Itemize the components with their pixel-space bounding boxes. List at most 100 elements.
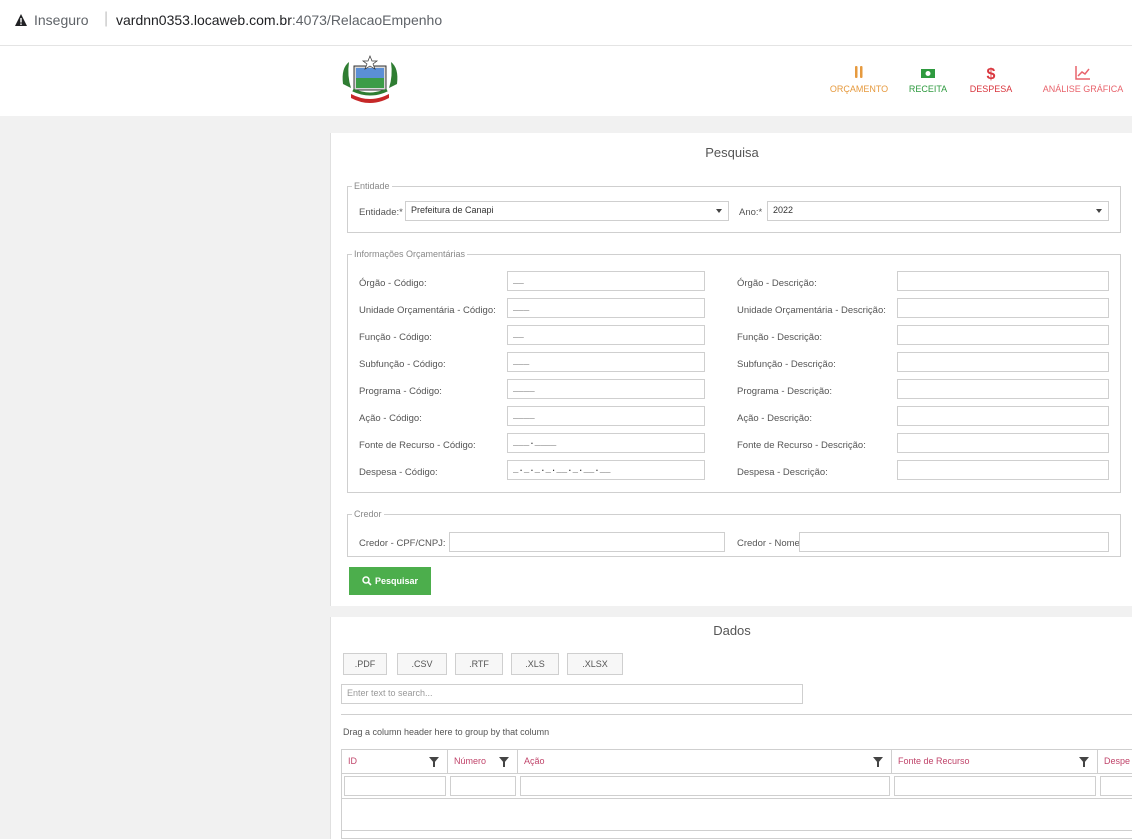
acao-descricao-input[interactable] (897, 406, 1109, 426)
warning-icon (15, 14, 27, 26)
funcao-descricao-input[interactable] (897, 325, 1109, 345)
subfuncao-descricao-input[interactable] (897, 352, 1109, 372)
export-xlsx-button[interactable]: .XLSX (567, 653, 623, 675)
programa-descricao-label: Programa - Descrição: (737, 386, 833, 397)
budget-icon (855, 66, 863, 78)
entidade-legend: Entidade (354, 181, 390, 191)
orgao-descricao-input[interactable] (897, 271, 1109, 291)
credor-cpf-input[interactable] (449, 532, 725, 552)
nav-orcamento-label: ORÇAMENTO (829, 84, 889, 94)
unidade-codigo-input[interactable]: ___ (507, 298, 705, 318)
despesa-descricao-label: Despesa - Descrição: (737, 467, 828, 478)
export-csv-button[interactable]: .CSV (397, 653, 447, 675)
nav-analise-grafica[interactable]: ANÁLISE GRÁFICA (1036, 64, 1130, 94)
funcao-codigo-input[interactable]: __ (507, 325, 705, 345)
programa-codigo-label: Programa - Código: (359, 386, 442, 397)
search-panel-title: Pesquisa (705, 145, 759, 160)
acao-codigo-input[interactable]: ____ (507, 406, 705, 426)
credor-nome-label: Credor - Nome: (737, 538, 803, 549)
info-orcamentarias-legend: Informações Orçamentárias (354, 249, 466, 259)
despesa-codigo-input[interactable]: _._._._.__._.__.__ (507, 460, 705, 480)
column-header-label: ID (348, 756, 357, 766)
fonte-recurso-codigo-input[interactable]: ___.____ (507, 433, 705, 453)
column-header-acao[interactable]: Ação (518, 750, 892, 774)
fonte-recurso-descricao-label: Fonte de Recurso - Descrição: (737, 440, 866, 451)
group-hint: Drag a column header here to group by th… (343, 727, 550, 737)
data-panel: Dados .PDF .CSV .RTF .XLS .XLSX Enter te… (330, 617, 1132, 839)
nav-orcamento[interactable]: ORÇAMENTO (818, 64, 900, 94)
chart-icon (1075, 66, 1090, 80)
nav-despesa[interactable]: $ DESPESA (966, 64, 1016, 94)
column-header-id[interactable]: ID (342, 750, 448, 774)
site-header: ORÇAMENTO RECEITA $ DESPESA ANÁLISE GRÁF… (0, 46, 1132, 116)
chevron-down-icon (716, 209, 722, 213)
fonte-recurso-codigo-label: Fonte de Recurso - Código: (359, 440, 476, 451)
data-grid: ID Número Ação Fonte de Recurso Despe (341, 749, 1132, 839)
filter-input-despesa[interactable] (1100, 776, 1132, 796)
filter-icon[interactable] (1079, 757, 1089, 767)
chevron-down-icon (1096, 209, 1102, 213)
filter-input-acao[interactable] (520, 776, 890, 796)
column-header-fonte-recurso[interactable]: Fonte de Recurso (892, 750, 1098, 774)
fonte-recurso-descricao-input[interactable] (897, 433, 1109, 453)
credor-cpf-label: Credor - CPF/CNPJ: (359, 538, 446, 549)
unidade-descricao-label: Unidade Orçamentária - Descrição: (737, 305, 886, 316)
browser-address-bar[interactable]: Inseguro | vardnn0353.locaweb.com.br:407… (0, 0, 1132, 46)
grid-row-divider (342, 830, 1132, 831)
funcao-codigo-label: Função - Código: (359, 332, 432, 343)
credor-legend: Credor (354, 509, 382, 519)
export-xls-button[interactable]: .XLS (511, 653, 559, 675)
dollar-icon: $ (987, 66, 996, 82)
filter-input-numero[interactable] (450, 776, 516, 796)
subfuncao-codigo-input[interactable]: ___ (507, 352, 705, 372)
grid-search-input[interactable]: Enter text to search... (341, 684, 803, 704)
divider (341, 714, 1132, 715)
address-separator: | (104, 10, 109, 27)
security-status[interactable]: Inseguro (34, 12, 88, 28)
nav-analise-grafica-label: ANÁLISE GRÁFICA (1042, 84, 1124, 94)
pesquisar-label: Pesquisar (374, 576, 419, 586)
despesa-descricao-input[interactable] (897, 460, 1109, 480)
acao-descricao-label: Ação - Descrição: (737, 413, 812, 424)
ano-select[interactable]: 2022 (767, 201, 1109, 221)
column-header-label: Número (454, 756, 487, 766)
filter-icon[interactable] (873, 757, 883, 767)
url-path: :4073/RelacaoEmpenho (291, 12, 443, 28)
programa-descricao-input[interactable] (897, 379, 1109, 399)
nav-receita[interactable]: RECEITA (904, 64, 952, 94)
filter-icon[interactable] (499, 757, 509, 767)
column-header-label: Fonte de Recurso (898, 756, 970, 766)
orgao-codigo-input[interactable]: __ (507, 271, 705, 291)
unidade-descricao-input[interactable] (897, 298, 1109, 318)
filter-icon[interactable] (429, 757, 439, 767)
url-text[interactable]: vardnn0353.locaweb.com.br:4073/RelacaoEm… (116, 12, 442, 28)
search-panel: Pesquisa Entidade Entidade:* Prefeitura … (330, 133, 1132, 606)
column-header-despesa[interactable]: Despe (1098, 750, 1132, 774)
orgao-descricao-label: Órgão - Descrição: (737, 278, 817, 289)
url-host: vardnn0353.locaweb.com.br (116, 12, 292, 28)
ano-label: Ano:* (739, 207, 763, 218)
nav-receita-label: RECEITA (908, 84, 948, 94)
export-pdf-button[interactable]: .PDF (343, 653, 387, 675)
despesa-codigo-label: Despesa - Código: (359, 467, 438, 478)
svg-text:$: $ (987, 66, 996, 82)
entidade-value: Prefeitura de Canapi (411, 205, 494, 215)
filter-input-fonte-recurso[interactable] (894, 776, 1096, 796)
grid-row-divider (342, 798, 1132, 799)
pesquisar-button[interactable]: Pesquisar (349, 567, 431, 595)
entidade-label: Entidade:* (359, 207, 403, 218)
funcao-descricao-label: Função - Descrição: (737, 332, 823, 343)
data-panel-title: Dados (713, 623, 751, 638)
subfuncao-descricao-label: Subfunção - Descrição: (737, 359, 836, 370)
programa-codigo-input[interactable]: ____ (507, 379, 705, 399)
nav-despesa-label: DESPESA (969, 84, 1013, 94)
column-header-label: Despe (1104, 756, 1131, 766)
search-icon (362, 576, 372, 586)
credor-nome-input[interactable] (799, 532, 1109, 552)
export-rtf-button[interactable]: .RTF (455, 653, 503, 675)
column-header-numero[interactable]: Número (448, 750, 518, 774)
filter-input-id[interactable] (344, 776, 446, 796)
acao-codigo-label: Ação - Código: (359, 413, 422, 424)
money-icon (921, 69, 935, 78)
entidade-select[interactable]: Prefeitura de Canapi (405, 201, 729, 221)
